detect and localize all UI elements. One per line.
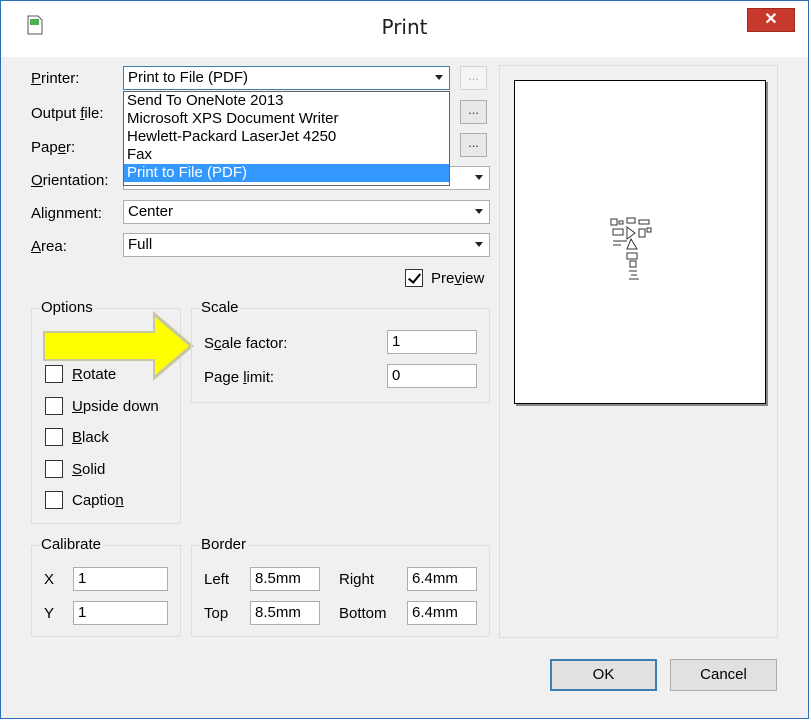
orientation-label: Orientation:	[31, 172, 109, 189]
drawing-thumbnail-icon	[610, 217, 652, 280]
printer-option[interactable]: Send To OneNote 2013	[124, 92, 449, 110]
window-title: Print	[381, 15, 428, 39]
printer-browse-button[interactable]: ...	[460, 66, 487, 90]
calibrate-x-input[interactable]: 1	[73, 567, 168, 591]
printer-option[interactable]: Hewlett-Packard LaserJet 4250	[124, 128, 449, 146]
scale-factor-input[interactable]: 1	[387, 330, 477, 354]
preview-label[interactable]: Preview	[431, 270, 484, 287]
calibrate-x-label: X	[44, 571, 55, 588]
black-checkbox[interactable]	[45, 428, 63, 446]
title-bar[interactable]: Print ✕	[1, 1, 808, 57]
page-limit-input[interactable]: 0	[387, 364, 477, 388]
area-value: Full	[128, 236, 153, 253]
area-select[interactable]: Full	[123, 233, 490, 257]
dialog-body: Printer: Print to File (PDF) ... Output …	[1, 57, 808, 718]
alignment-select[interactable]: Center	[123, 200, 490, 224]
border-top-input[interactable]: 8.5mm	[250, 601, 320, 625]
printer-selected-value: Print to File (PDF)	[128, 69, 249, 86]
scale-group	[191, 308, 490, 403]
output-file-browse-button[interactable]: ...	[460, 100, 487, 124]
border-left-input[interactable]: 8.5mm	[250, 567, 320, 591]
ok-button[interactable]: OK	[550, 659, 657, 691]
solid-checkbox[interactable]	[45, 460, 63, 478]
upside-down-checkbox[interactable]	[45, 397, 63, 415]
border-right-input[interactable]: 6.4mm	[407, 567, 477, 591]
paper-browse-button[interactable]: ...	[460, 133, 487, 157]
border-bottom-label: Bottom	[339, 605, 387, 622]
caption-label[interactable]: Caption	[72, 492, 124, 509]
printer-option-selected[interactable]: Print to File (PDF)	[124, 164, 449, 182]
chevron-down-icon	[475, 209, 483, 214]
page-limit-label: Page limit:	[204, 369, 275, 386]
caption-checkbox[interactable]	[45, 491, 63, 509]
calibrate-y-label: Y	[44, 605, 55, 622]
printer-select[interactable]: Print to File (PDF)	[123, 66, 450, 90]
rotate-label[interactable]: Rotate	[72, 366, 116, 383]
calibrate-group-title: Calibrate	[39, 536, 104, 553]
printer-label: Printer:	[31, 70, 80, 87]
printer-option[interactable]: Fax	[124, 146, 449, 164]
chevron-down-icon	[435, 75, 443, 80]
upside-down-label[interactable]: Upside down	[72, 398, 159, 415]
cancel-button[interactable]: Cancel	[670, 659, 777, 691]
close-button[interactable]: ✕	[747, 8, 795, 32]
rotate-checkbox[interactable]	[45, 365, 63, 383]
border-bottom-input[interactable]: 6.4mm	[407, 601, 477, 625]
page-preview	[514, 80, 766, 404]
yellow-arrow-icon	[43, 311, 194, 381]
chevron-down-icon	[475, 242, 483, 247]
black-label[interactable]: Black	[72, 429, 109, 446]
print-dialog: Print ✕ Printer: Print to File (PDF) ...…	[0, 0, 809, 719]
printer-option[interactable]: Microsoft XPS Document Writer	[124, 110, 449, 128]
output-file-label: Output file:	[31, 105, 104, 122]
alignment-label: Alignment:	[31, 205, 102, 222]
alignment-value: Center	[128, 203, 174, 220]
scale-group-title: Scale	[199, 299, 241, 316]
preview-checkbox[interactable]	[405, 269, 423, 287]
calibrate-y-input[interactable]: 1	[73, 601, 168, 625]
border-left-label: Left	[204, 571, 230, 588]
area-label: Area:	[31, 238, 67, 255]
border-group-title: Border	[199, 536, 249, 553]
scale-factor-label: Scale factor:	[204, 335, 288, 352]
border-top-label: Top	[204, 605, 229, 622]
paper-label: Paper:	[31, 139, 76, 156]
printer-dropdown-list[interactable]: Send To OneNote 2013 Microsoft XPS Docum…	[123, 91, 450, 186]
chevron-down-icon	[475, 175, 483, 180]
solid-label[interactable]: Solid	[72, 461, 105, 478]
border-right-label: Right	[339, 571, 375, 588]
